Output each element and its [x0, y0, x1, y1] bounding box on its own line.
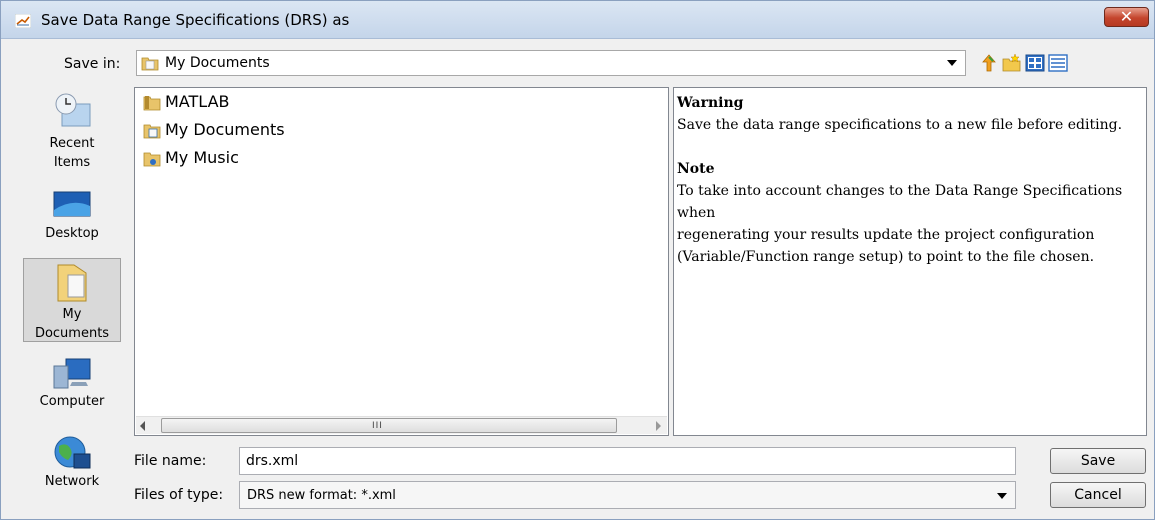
window-title: Save Data Range Specifications (DRS) as — [41, 11, 350, 29]
matlab-app-icon — [15, 14, 31, 28]
horizontal-scrollbar[interactable]: III — [136, 416, 667, 434]
file-name: MATLAB — [165, 92, 230, 111]
folder-icon — [143, 96, 161, 111]
place-label: Items — [53, 155, 91, 170]
place-my-documents[interactable]: My Documents — [23, 258, 121, 342]
save-in-value: My Documents — [165, 55, 270, 71]
place-network[interactable]: Network — [23, 432, 121, 494]
save-button[interactable]: Save — [1050, 448, 1146, 474]
computer-icon — [53, 358, 91, 389]
documents-folder-icon — [141, 57, 159, 71]
note-text-line: (Variable/Function range setup) to point… — [677, 249, 1095, 265]
file-name-label: File name: — [134, 453, 207, 469]
file-type-value: DRS new format: *.xml — [247, 488, 396, 503]
network-icon — [54, 436, 91, 469]
details-view-icon[interactable] — [1048, 53, 1068, 73]
save-dialog: Save Data Range Specifications (DRS) as … — [0, 0, 1155, 520]
recent-items-icon — [55, 93, 91, 127]
place-recent-items[interactable]: Recent Items — [23, 86, 121, 174]
up-one-level-icon[interactable] — [979, 53, 999, 73]
place-computer[interactable]: Computer — [23, 354, 121, 416]
warning-text: Save the data range specifications to a … — [677, 117, 1123, 133]
desktop-icon — [53, 191, 91, 217]
file-type-label: Files of type: — [134, 487, 224, 503]
music-folder-icon — [143, 152, 161, 167]
chevron-down-icon[interactable] — [997, 493, 1007, 499]
place-label: Computer — [39, 394, 105, 409]
file-name: My Music — [165, 148, 239, 167]
save-in-dropdown[interactable]: My Documents — [136, 50, 966, 76]
list-view-icon[interactable] — [1025, 53, 1045, 73]
note-text-line: regenerating your results update the pro… — [677, 227, 1095, 243]
scroll-right-icon[interactable] — [656, 421, 661, 431]
place-label: Desktop — [45, 226, 99, 241]
scroll-left-icon[interactable] — [140, 421, 145, 431]
note-heading: Note — [677, 161, 715, 177]
new-folder-icon[interactable] — [1002, 53, 1022, 73]
place-label: Network — [44, 474, 100, 489]
save-in-label: Save in: — [64, 56, 121, 72]
description-panel: Warning Save the data range specificatio… — [673, 87, 1147, 436]
file-type-dropdown[interactable]: DRS new format: *.xml — [239, 481, 1016, 509]
place-label: Recent — [49, 136, 95, 151]
my-documents-icon — [57, 264, 87, 302]
place-label: My — [62, 307, 82, 322]
warning-heading: Warning — [677, 95, 744, 111]
file-name: My Documents — [165, 120, 285, 139]
close-button[interactable]: ✕ — [1104, 7, 1149, 27]
file-list[interactable]: MATLAB My Documents My Music III — [134, 87, 669, 436]
documents-folder-icon — [143, 124, 161, 139]
scrollbar-thumb[interactable]: III — [161, 418, 617, 433]
file-name-field[interactable] — [239, 447, 1016, 475]
scrollbar-grip: III — [372, 421, 383, 431]
title-bar[interactable]: Save Data Range Specifications (DRS) as … — [1, 1, 1154, 39]
cancel-button[interactable]: Cancel — [1050, 482, 1146, 508]
note-text-line: To take into account changes to the Data… — [677, 183, 1123, 221]
places-bar: Recent Items Desktop My Documents Comput… — [23, 86, 123, 506]
place-desktop[interactable]: Desktop — [23, 186, 121, 248]
chevron-down-icon[interactable] — [947, 60, 957, 66]
place-label: Documents — [34, 326, 110, 341]
